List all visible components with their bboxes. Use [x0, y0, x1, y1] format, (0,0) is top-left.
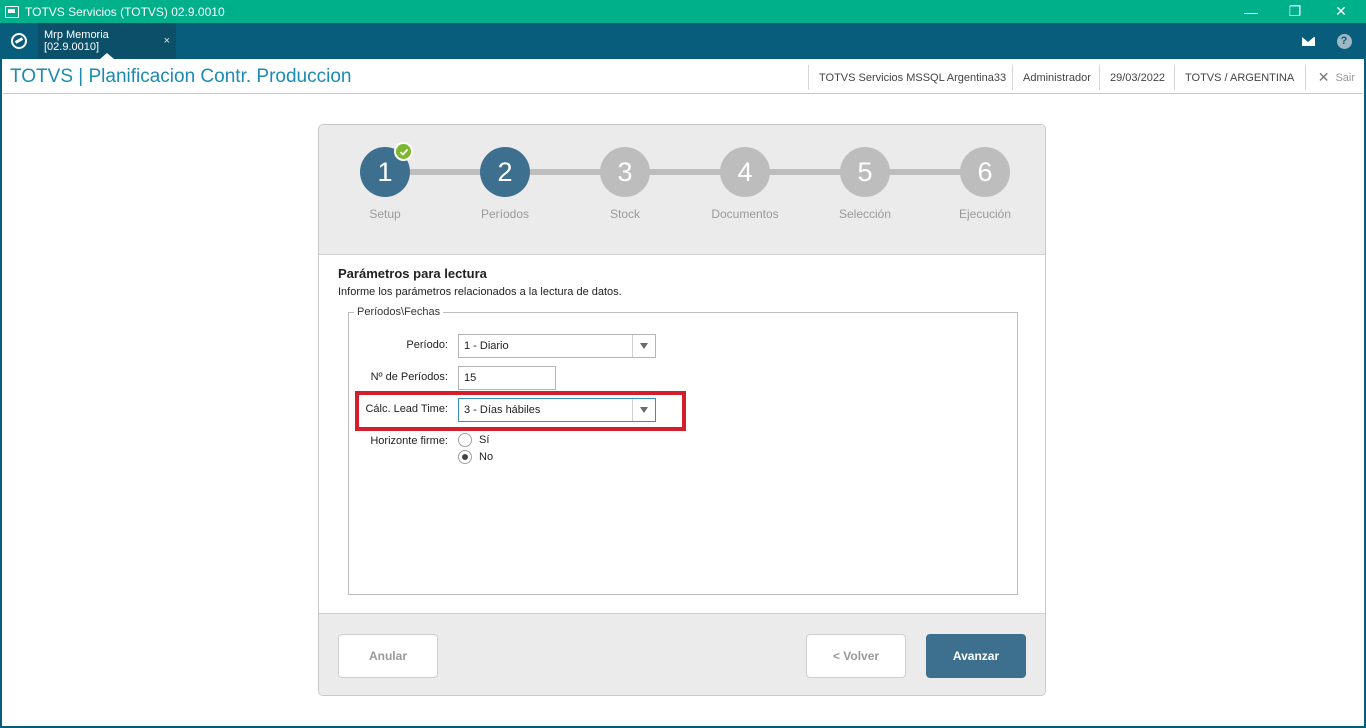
horizonte-no-label: No	[479, 451, 494, 463]
fieldset-legend: Períodos\Fechas	[354, 306, 444, 318]
app-icon	[5, 5, 19, 18]
section-title: Parámetros para lectura	[338, 266, 487, 281]
close-icon: ✕	[1317, 69, 1330, 85]
volver-button[interactable]: < Volver	[806, 634, 906, 678]
step-6-ejecucion: 6	[960, 147, 1010, 197]
horizonte-si-radio[interactable]	[458, 433, 472, 447]
app-header: TOTVS | Planificacion Contr. Produccion …	[3, 61, 1363, 94]
num-periodos-label: Nº de Períodos:	[370, 371, 448, 383]
step-label-stock: Stock	[609, 207, 640, 221]
horizonte-label: Horizonte firme:	[370, 435, 448, 447]
steps-connector	[385, 169, 985, 175]
user-info: Administrador	[1012, 65, 1101, 90]
section-description: Informe los parámetros relacionados a la…	[338, 286, 622, 298]
tab-label: Mrp Memoria [02.9.0010]	[44, 29, 109, 53]
minimize-button[interactable]: —	[1228, 0, 1274, 23]
date-info: 29/03/2022	[1099, 65, 1175, 90]
step-complete-check-icon	[394, 142, 413, 161]
wizard-footer: Anular < Volver Avanzar	[319, 613, 1045, 695]
lead-time-select[interactable]: 3 - Días hábiles	[458, 398, 656, 422]
step-label-ejecucion: Ejecución	[958, 207, 1012, 221]
tab-mrp-memoria[interactable]: Mrp Memoria [02.9.0010] ×	[38, 23, 176, 59]
step-label-documentos: Documentos	[711, 207, 779, 221]
horizonte-si-label: Sí	[479, 434, 490, 446]
chevron-down-icon[interactable]	[632, 399, 655, 421]
wizard-steps: 1 2 3 4 5 6 Setup Períodos Stock Documen…	[319, 125, 1045, 255]
periodo-label: Período:	[406, 339, 448, 351]
step-5-seleccion: 5	[840, 147, 890, 197]
frame-border-left	[0, 59, 2, 728]
mail-icon[interactable]	[1290, 23, 1326, 59]
periodo-select[interactable]: 1 - Diario	[458, 334, 656, 358]
avanzar-button[interactable]: Avanzar	[926, 634, 1026, 678]
step-4-documentos: 4	[720, 147, 770, 197]
tab-close-icon[interactable]: ×	[164, 35, 170, 47]
window-titlebar: TOTVS Servicios (TOTVS) 02.9.0010 — ❐ ✕	[0, 0, 1366, 23]
step-label-periodos: Períodos	[480, 207, 530, 221]
tab-bar: Mrp Memoria [02.9.0010] × ?	[0, 23, 1366, 59]
close-window-button[interactable]: ✕	[1318, 0, 1364, 23]
server-info: TOTVS Servicios MSSQL Argentina33	[808, 65, 1016, 90]
horizonte-no-radio[interactable]	[458, 450, 472, 464]
chevron-down-icon[interactable]	[632, 335, 655, 357]
periodos-fechas-fieldset: Períodos\Fechas	[348, 306, 1018, 595]
periodo-value: 1 - Diario	[464, 340, 509, 352]
totvs-logo-icon[interactable]	[0, 23, 38, 59]
help-icon[interactable]: ?	[1326, 23, 1362, 59]
anular-button[interactable]: Anular	[338, 634, 438, 678]
step-label-setup: Setup	[369, 207, 401, 221]
num-periodos-input[interactable]: 15	[458, 366, 556, 390]
step-2-periodos[interactable]: 2	[480, 147, 530, 197]
step-label-seleccion: Selección	[838, 207, 892, 221]
exit-button[interactable]: ✕ Sair	[1304, 65, 1355, 90]
lead-time-value: 3 - Días hábiles	[464, 404, 541, 416]
page-title: TOTVS | Planificacion Contr. Produccion	[10, 66, 352, 87]
step-3-stock: 3	[600, 147, 650, 197]
company-info: TOTVS / ARGENTINA	[1174, 65, 1304, 90]
window-title: TOTVS Servicios (TOTVS) 02.9.0010	[25, 4, 225, 19]
exit-label: Sair	[1335, 71, 1355, 84]
restore-button[interactable]: ❐	[1272, 0, 1318, 23]
lead-time-label: Cálc. Lead Time:	[365, 403, 448, 415]
